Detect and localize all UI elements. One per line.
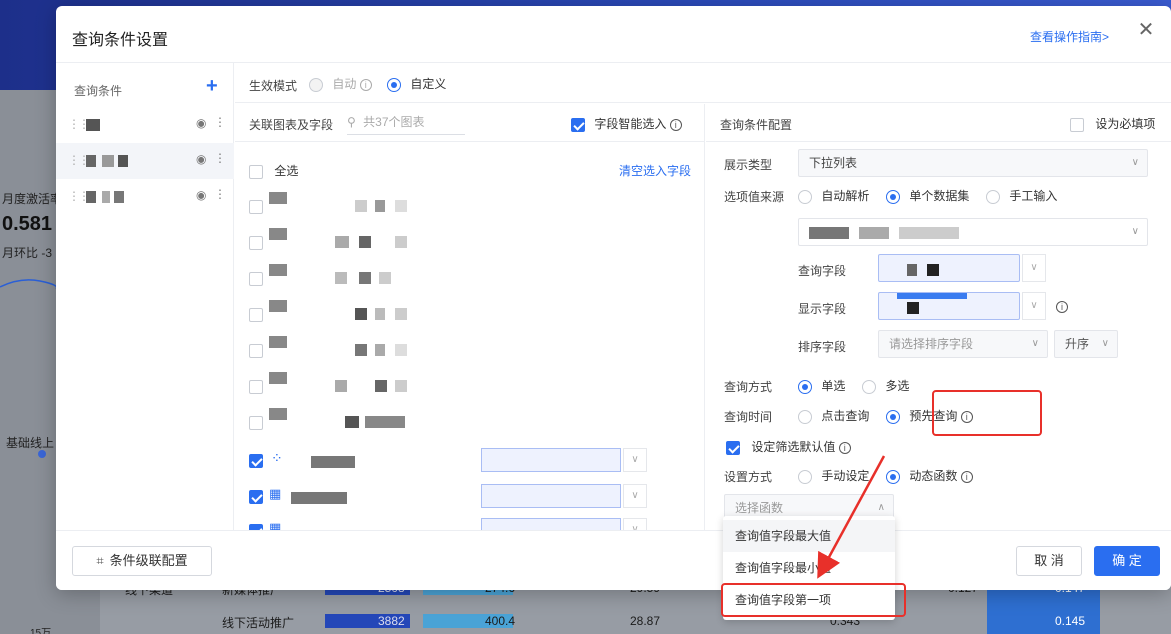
annotation-arrow: [817, 455, 886, 579]
